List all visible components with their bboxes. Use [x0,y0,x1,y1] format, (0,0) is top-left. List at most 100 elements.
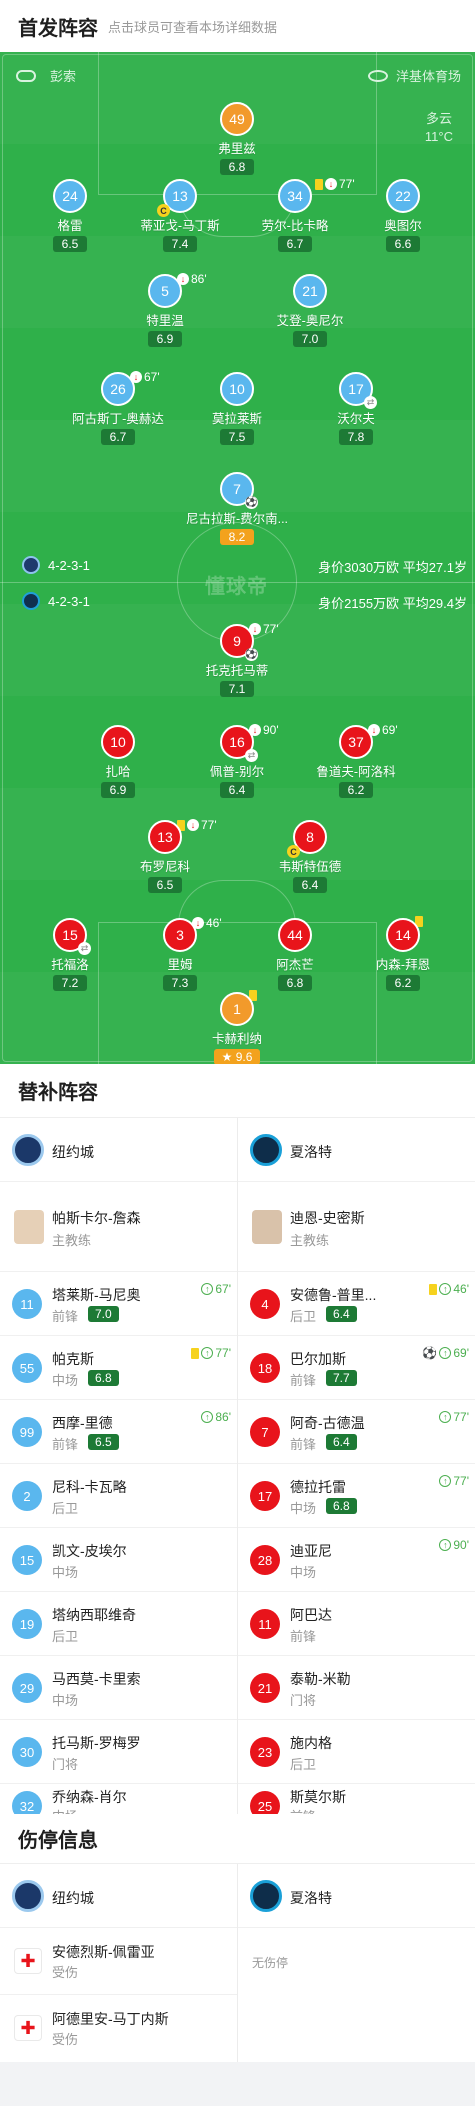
away-player[interactable]: ↓ 69' 37 鲁道夫-阿洛科 6.2 [296,723,416,799]
sub-row[interactable]: 18 巴尔加斯 前锋 7.7 ⚽ ↑ 69' [238,1336,475,1400]
home-coach-row[interactable]: 帕斯卡尔-詹森 主教练 [0,1182,237,1272]
sub-row[interactable]: 99 西摩-里德 前锋 6.5 ↑ 86' [0,1400,237,1464]
medical-cross-icon: ✚ [14,2015,42,2041]
sub-row[interactable]: 7 阿奇-古德温 前锋 6.4 ↑ 77' [238,1400,475,1464]
sub-name: 塔纳西耶维奇 [52,1607,136,1623]
home-player[interactable]: 49 弗里兹 6.8 [177,102,297,176]
sub-rating: 7.0 [88,1306,119,1322]
player-name: 沃尔夫 [337,412,375,426]
sub-name: 马西莫-卡里索 [52,1671,141,1687]
stadium-icon [367,69,388,82]
sub-row[interactable]: 23 施内格 后卫 [238,1720,475,1784]
subs-panel: 纽约城 帕斯卡尔-詹森 主教练 11 塔莱斯-马尼奥 前锋 7.0 ↑ 67' 5… [0,1118,475,1824]
player-rating: 8.2 [220,529,254,545]
home-player[interactable]: 13 C 蒂亚戈-马丁斯 7.4 [120,179,240,253]
home-player[interactable]: 17 ⇄ 沃尔夫 7.8 [296,372,416,446]
sub-number: 23 [250,1737,280,1767]
sub-position: 前锋 [52,1437,79,1452]
sub-row[interactable]: 11 阿巴达 前锋 [238,1592,475,1656]
event-minute: 67' [215,1282,231,1296]
injury-row[interactable]: ✚ 阿德里安-马丁内斯 受伤 [0,1995,237,2062]
home-player[interactable]: ↓ 67' 26 阿古斯丁-奥赫达 6.7 [58,370,178,446]
event-minute: 77' [263,622,279,636]
sub-number: 18 [250,1353,280,1383]
sub-row[interactable]: 21 泰勒-米勒 门将 [238,1656,475,1720]
sub-position: 后卫 [52,1629,79,1644]
sub-event: ↑ 86' [201,1410,231,1424]
player-number: 49 [220,102,254,136]
sub-event: ↑ 46' [429,1282,469,1296]
home-player[interactable]: 24 格雷 6.5 [10,179,130,253]
player-name: 托福洛 [51,958,89,972]
away-injury-club-row[interactable]: 夏洛特 [238,1864,475,1928]
sub-in-icon: ↑ [201,1411,214,1423]
yellow-card-icon [191,1347,200,1359]
charlotte-logo-icon [250,1880,282,1912]
away-player[interactable]: 14 内森-拜恩 6.2 [343,916,463,992]
sub-row[interactable]: 28 迪亚尼 中场 ↑ 90' [238,1528,475,1592]
coach-name: 迪恩-史密斯 [290,1210,365,1226]
injured-player-name: 阿德里安-马丁内斯 [52,2011,169,2027]
away-avg-age: 平均29.4岁 [402,596,467,611]
player-name: 劳尔-比卡略 [261,219,329,233]
sub-number: 4 [250,1289,280,1319]
sub-row[interactable]: 2 尼科-卡瓦略 后卫 [0,1464,237,1528]
away-player[interactable]: ↓ 90' 16 ⇄ 佩普-别尔 6.4 [177,723,297,799]
away-player[interactable]: 8C 韦斯特伍德 6.4 [250,820,370,894]
away-player[interactable]: 44 阿杰芒 6.8 [235,918,355,992]
sub-row[interactable]: 15 凯文-皮埃尔 中场 [0,1528,237,1592]
sub-number: 29 [12,1673,42,1703]
player-rating: 7.3 [163,975,197,991]
home-player[interactable]: 10 莫拉莱斯 7.5 [177,372,297,446]
player-events: ↓ 77' [249,622,279,636]
away-player[interactable]: 1 卡赫利纳 ★ 9.6 [177,990,297,1064]
coach-name: 帕斯卡尔-詹森 [52,1210,141,1226]
injury-row[interactable]: ✚ 安德烈斯-佩雷亚 受伤 [0,1928,237,1995]
player-rating: 7.8 [339,429,373,445]
sub-rating: 7.7 [326,1370,357,1386]
home-injury-club-row[interactable]: 纽约城 [0,1864,237,1928]
goal-ball-icon: ⚽ [245,496,258,509]
sub-name: 帕克斯 [52,1351,94,1367]
sub-row[interactable]: 29 马西莫-卡里索 中场 [0,1656,237,1720]
player-name: 尼古拉斯-费尔南... [185,512,289,526]
player-events: ↓ 90' [249,723,279,737]
player-name: 里姆 [167,958,193,972]
player-events: ↓ 67' [130,370,160,384]
referee: 彭索 [16,66,76,85]
goal-ball-icon: ⚽ [245,648,258,661]
swap-icon: ⇄ [364,396,377,409]
player-rating: 6.2 [386,975,420,991]
sub-number: 21 [250,1673,280,1703]
away-formation: 4-2-3-1 [48,593,90,609]
home-player[interactable]: ↓ 86' 5 特里温 6.9 [105,272,225,348]
sub-number: 15 [12,1545,42,1575]
away-player[interactable]: 15 ⇄ 托福洛 7.2 [10,918,130,992]
home-player[interactable]: 7 ⚽ 尼古拉斯-费尔南... 8.2 [177,472,297,546]
captain-icon: C [287,845,300,858]
away-player[interactable]: ↓ 46' 3 里姆 7.3 [120,916,240,992]
sub-row[interactable]: 17 德拉托雷 中场 6.8 ↑ 77' [238,1464,475,1528]
lineup-header: 首发阵容 点击球员可查看本场详细数据 [0,0,475,52]
subs-title: 替补阵容 [18,1082,98,1104]
sub-row[interactable]: 19 塔纳西耶维奇 后卫 [0,1592,237,1656]
sub-row[interactable]: 4 安德鲁-普里... 后卫 6.4 ↑ 46' [238,1272,475,1336]
sub-row[interactable]: 30 托马斯-罗梅罗 门将 [0,1720,237,1784]
home-club-name: 纽约城 [52,1890,94,1906]
player-name: 卡赫利纳 [211,1032,262,1046]
sub-row[interactable]: 11 塔莱斯-马尼奥 前锋 7.0 ↑ 67' [0,1272,237,1336]
home-club-row[interactable]: 纽约城 [0,1118,237,1182]
away-player[interactable]: ↓ 77' 9 ⚽ 托克托马蒂 7.1 [177,622,297,698]
home-player[interactable]: 22 奥图尔 6.6 [343,179,463,253]
away-club-row[interactable]: 夏洛特 [238,1118,475,1182]
player-rating: 6.7 [278,236,312,252]
sub-rating: 6.4 [326,1306,357,1322]
away-player[interactable]: ↓ 77' 13 布罗尼科 6.5 [105,818,225,894]
sub-row[interactable]: 55 帕克斯 中场 6.8 ↑ 77' [0,1336,237,1400]
sub-position: 门将 [52,1757,79,1772]
away-player[interactable]: 10 扎哈 6.9 [58,725,178,799]
away-coach-row[interactable]: 迪恩-史密斯 主教练 [238,1182,475,1272]
sub-position: 中场 [52,1565,79,1580]
home-player[interactable]: 21 艾登-奥尼尔 7.0 [250,274,370,348]
home-player[interactable]: ↓ 77' 34 劳尔-比卡略 6.7 [235,177,355,253]
